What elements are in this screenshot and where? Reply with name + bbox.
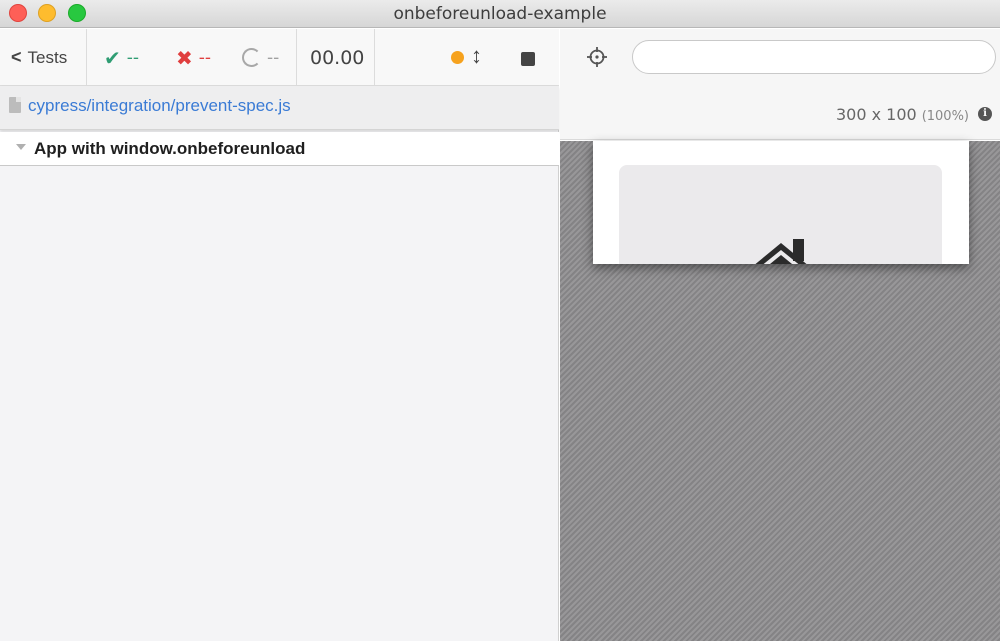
viewport-size: 300 x 100 (100%) [836,105,969,124]
target-icon[interactable] [586,46,608,68]
reporter-toolbar: < Tests ✔ -- ✖ -- -- 00.00 ↕ [0,29,559,86]
suite-title: App with window.onbeforeunload [34,139,306,158]
running-dot-icon [451,51,464,64]
duration-timer: 00.00 [310,46,365,69]
toolbar-divider [296,29,297,86]
caret-down-icon[interactable] [16,144,26,150]
stop-button[interactable] [521,52,535,66]
spinner-icon [242,48,261,67]
suite-row[interactable]: App with window.onbeforeunload [0,132,559,166]
spec-file-link[interactable]: cypress/integration/prevent-spec.js [28,96,291,116]
passed-value: -- [126,47,140,68]
aut-stage [560,141,1000,641]
failed-value: -- [198,47,212,68]
spec-header: cypress/integration/prevent-spec.js [0,86,559,130]
url-input[interactable] [632,40,996,74]
info-icon[interactable]: i [978,107,992,121]
window-titlebar: onbeforeunload-example [0,0,1000,28]
window-title: onbeforeunload-example [393,4,607,24]
back-label: Tests [27,47,68,67]
vertical-arrows-icon[interactable]: ↕ [471,43,482,69]
back-to-tests-button[interactable]: < Tests [11,29,67,86]
reporter-panel: < Tests ✔ -- ✖ -- -- 00.00 ↕ cypress/int… [0,29,559,641]
pending-count: -- [242,29,279,86]
passed-count: ✔ -- [104,29,139,86]
app-card [619,165,942,264]
toolbar-divider [86,29,87,86]
x-icon: ✖ [176,45,193,70]
viewport-dimensions: 300 x 100 [835,105,917,124]
check-icon: ✔ [104,45,121,70]
chevron-left-icon: < [11,47,22,67]
app-iframe[interactable] [593,141,969,264]
pending-value: -- [267,47,280,68]
file-icon [9,97,21,113]
viewport-scale: (100%) [921,109,969,124]
home-icon [755,239,807,264]
toolbar-divider [374,29,375,86]
failed-count: ✖ -- [176,29,211,86]
aut-header: 300 x 100 (100%) i [560,29,1000,140]
